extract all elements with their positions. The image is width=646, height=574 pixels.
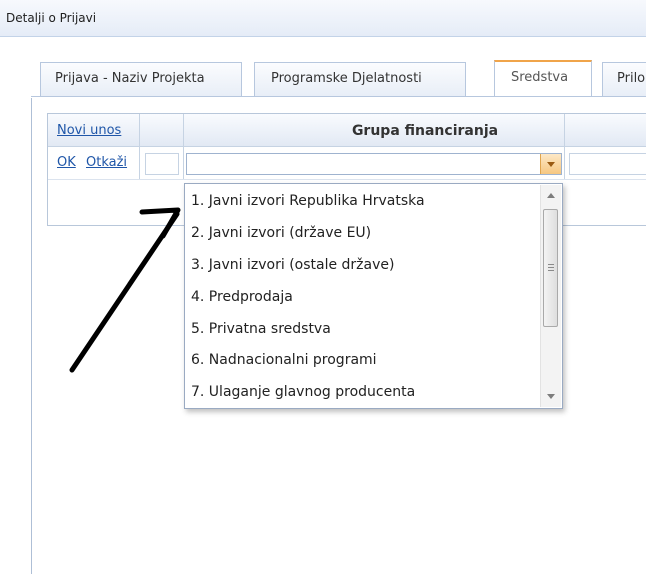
hand-drawn-arrow-icon — [69, 207, 181, 373]
